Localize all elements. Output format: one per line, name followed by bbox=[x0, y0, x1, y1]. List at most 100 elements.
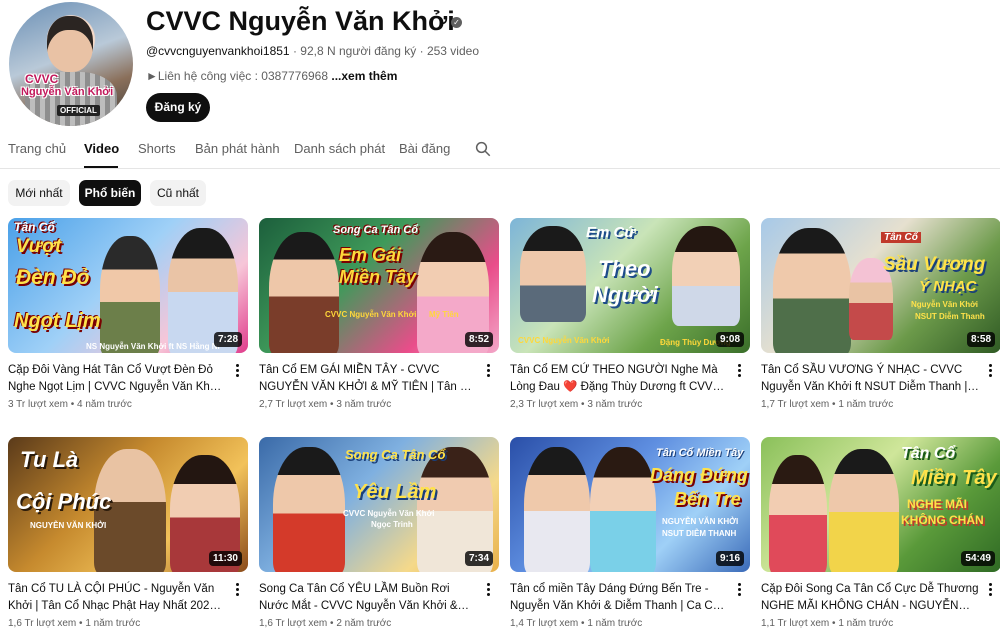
video-thumbnail[interactable]: Song Ca Tân Cổ Yêu Lầm CVVC Nguyễn Văn K… bbox=[259, 437, 499, 572]
channel-avatar[interactable]: CVVC Nguyễn Văn Khởi OFFICIAL bbox=[9, 2, 133, 126]
chip-newest[interactable]: Mới nhất bbox=[8, 180, 70, 206]
video-thumbnail[interactable]: Tu Là Cội Phúc NGUYỄN VĂN KHỞI 11:30 bbox=[8, 437, 248, 572]
video-title[interactable]: Tân Cổ TU LÀ CỘI PHÚC - Nguyễn Văn Khởi … bbox=[8, 581, 226, 615]
video-title[interactable]: Tân Cổ EM CỨ THEO NGƯỜI Nghe Mà Lòng Đau… bbox=[510, 362, 728, 396]
channel-description[interactable]: ►Liên hệ công việc : 0387776968 ...xem t… bbox=[146, 69, 397, 83]
view-count: 1,1 Tr lượt xem bbox=[761, 618, 830, 629]
more-options-icon[interactable] bbox=[485, 583, 491, 599]
video-card[interactable]: Tu Là Cội Phúc NGUYỄN VĂN KHỞI 11:30 Tân… bbox=[8, 437, 248, 631]
more-options-icon[interactable] bbox=[485, 364, 491, 380]
thumb-title: Tân Cổ bbox=[14, 220, 55, 234]
thumb-caption: NGUYỄN VĂN KHỞI bbox=[662, 517, 739, 526]
thumb-title: NGHE MÃI bbox=[907, 497, 967, 511]
thumb-title: Đèn Đỏ bbox=[16, 266, 90, 289]
more-options-icon[interactable] bbox=[987, 583, 993, 599]
video-title[interactable]: Tân Cổ EM GÁI MIỀN TÂY - CVVC NGUYỄN VĂN… bbox=[259, 362, 477, 396]
active-tab-underline bbox=[84, 166, 118, 168]
video-card[interactable]: Song Ca Tân Cổ Em Gái Miền Tây CVVC Nguy… bbox=[259, 218, 499, 418]
video-title[interactable]: Tân Cổ SẦU VƯƠNG Ý NHẠC - CVVC Nguyễn Vă… bbox=[761, 362, 979, 396]
thumb-title: Ngọt Lịm bbox=[14, 310, 101, 332]
view-count: 1,4 Tr lượt xem bbox=[510, 618, 579, 629]
thumb-title: Yêu Lầm bbox=[353, 481, 437, 503]
more-options-icon[interactable] bbox=[736, 583, 742, 599]
duration-badge: 11:30 bbox=[208, 551, 242, 566]
subscribe-button[interactable]: Đăng ký bbox=[146, 93, 210, 122]
video-thumbnail[interactable]: Tân Cổ Miền Tây NGHE MÃI KHÔNG CHÁN 54:4… bbox=[761, 437, 1000, 572]
video-card[interactable]: Tân Cổ Miền Tây NGHE MÃI KHÔNG CHÁN 54:4… bbox=[761, 437, 1000, 631]
video-title[interactable]: Cặp Đôi Vàng Hát Tân Cổ Vượt Đèn Đỏ Nghe… bbox=[8, 362, 226, 396]
tab-posts[interactable]: Bài đăng bbox=[399, 141, 450, 156]
view-count: 1,6 Tr lượt xem bbox=[8, 618, 77, 629]
channel-title: CVVC Nguyễn Văn Khởi bbox=[146, 6, 455, 36]
video-meta: 2,3 Tr lượt xem • 3 năm trước bbox=[510, 399, 643, 410]
thumb-title: Theo bbox=[598, 256, 651, 281]
video-meta: 1,6 Tr lượt xem • 1 năm trước bbox=[8, 618, 141, 629]
duration-badge: 9:16 bbox=[715, 551, 744, 566]
thumb-title: Tân Cổ Miền Tây bbox=[656, 447, 744, 459]
search-icon[interactable] bbox=[474, 140, 492, 158]
thumb-title: Miền Tây bbox=[911, 467, 997, 489]
video-card[interactable]: Em Cứ Theo Người CVVC Nguyễn Văn Khởi Đặ… bbox=[510, 218, 750, 418]
video-meta: 1,7 Tr lượt xem • 1 năm trước bbox=[761, 399, 894, 410]
avatar-text-official: OFFICIAL bbox=[57, 105, 100, 116]
video-card[interactable]: Tân Cổ Miền Tây Dáng Đứng Bến Tre NGUYỄN… bbox=[510, 437, 750, 631]
thumb-title: Em Cứ bbox=[586, 224, 636, 241]
thumb-person bbox=[273, 447, 345, 572]
thumb-title: Song Ca Tân Cổ bbox=[333, 224, 418, 236]
tab-playlists[interactable]: Danh sách phát bbox=[294, 141, 385, 156]
duration-badge: 8:58 bbox=[966, 332, 995, 347]
tab-home[interactable]: Trang chủ bbox=[8, 141, 66, 156]
video-title[interactable]: Song Ca Tân Cổ YÊU LẦM Buồn Rơi Nước Mắt… bbox=[259, 581, 477, 615]
more-options-icon[interactable] bbox=[736, 364, 742, 380]
tab-videos[interactable]: Video bbox=[84, 141, 119, 156]
more-link[interactable]: ...xem thêm bbox=[331, 69, 397, 83]
avatar-text-cvvc: CVVC bbox=[25, 72, 59, 86]
more-options-icon[interactable] bbox=[987, 364, 993, 380]
tab-shorts[interactable]: Shorts bbox=[138, 141, 176, 156]
upload-age: 1 năm trước bbox=[85, 618, 141, 629]
video-meta: 2,7 Tr lượt xem • 3 năm trước bbox=[259, 399, 392, 410]
thumb-person bbox=[769, 455, 827, 572]
thumb-caption: Ngọc Trinh bbox=[371, 520, 413, 529]
upload-age: 3 năm trước bbox=[587, 399, 643, 410]
chip-oldest[interactable]: Cũ nhất bbox=[150, 180, 206, 206]
video-meta: 1,6 Tr lượt xem • 2 năm trước bbox=[259, 618, 392, 629]
video-card[interactable]: Song Ca Tân Cổ Yêu Lầm CVVC Nguyễn Văn K… bbox=[259, 437, 499, 631]
thumb-caption: NSUT DIỄM THANH bbox=[662, 529, 737, 538]
duration-badge: 54:49 bbox=[961, 551, 995, 566]
video-card[interactable]: Tân Cổ Vượt Đèn Đỏ Ngọt Lịm NS Nguyễn Vă… bbox=[8, 218, 248, 418]
thumb-caption: Nguyễn Văn Khởi bbox=[911, 300, 979, 309]
upload-age: 3 năm trước bbox=[336, 399, 392, 410]
video-thumbnail[interactable]: Tân Cổ Vượt Đèn Đỏ Ngọt Lịm NS Nguyễn Vă… bbox=[8, 218, 248, 353]
video-meta: 3 Tr lượt xem • 4 năm trước bbox=[8, 399, 132, 410]
thumb-caption: CVVC Nguyễn Văn Khởi bbox=[518, 336, 610, 345]
thumb-caption: NGUYỄN VĂN KHỞI bbox=[30, 521, 107, 530]
video-thumbnail[interactable]: Song Ca Tân Cổ Em Gái Miền Tây CVVC Nguy… bbox=[259, 218, 499, 353]
view-count: 2,3 Tr lượt xem bbox=[510, 399, 579, 410]
video-thumbnail[interactable]: Tân Cổ Sầu Vương Ý NHẠC Nguyễn Văn Khởi … bbox=[761, 218, 1000, 353]
meta-separator: · bbox=[419, 44, 427, 58]
view-count: 2,7 Tr lượt xem bbox=[259, 399, 328, 410]
more-options-icon[interactable] bbox=[234, 583, 240, 599]
duration-badge: 7:28 bbox=[213, 332, 242, 347]
thumb-person bbox=[773, 228, 851, 353]
thumb-title: Sầu Vương bbox=[883, 254, 986, 275]
more-options-icon[interactable] bbox=[234, 364, 240, 380]
tab-releases[interactable]: Bản phát hành bbox=[195, 141, 280, 156]
chip-popular[interactable]: Phổ biến bbox=[79, 180, 141, 206]
video-thumbnail[interactable]: Tân Cổ Miền Tây Dáng Đứng Bến Tre NGUYỄN… bbox=[510, 437, 750, 572]
video-card[interactable]: Tân Cổ Sầu Vương Ý NHẠC Nguyễn Văn Khởi … bbox=[761, 218, 1000, 418]
thumb-title: Tân Cổ bbox=[881, 232, 921, 243]
view-count: 1,7 Tr lượt xem bbox=[761, 399, 830, 410]
upload-age: 4 năm trước bbox=[77, 399, 132, 410]
video-meta: 1,1 Tr lượt xem • 1 năm trước bbox=[761, 618, 894, 629]
video-title[interactable]: Tân cổ miền Tây Dáng Đứng Bến Tre - Nguy… bbox=[510, 581, 728, 615]
description-text: ►Liên hệ công việc : 0387776968 bbox=[146, 69, 329, 83]
video-title[interactable]: Cặp Đôi Song Ca Tân Cổ Cực Dễ Thương NGH… bbox=[761, 581, 979, 615]
thumb-person bbox=[520, 226, 586, 322]
upload-age: 2 năm trước bbox=[336, 618, 392, 629]
thumb-title: Vượt bbox=[16, 236, 62, 257]
video-thumbnail[interactable]: Em Cứ Theo Người CVVC Nguyễn Văn Khởi Đặ… bbox=[510, 218, 750, 353]
thumb-caption: NS Nguyễn Văn Khởi ft NS Hằng Ni bbox=[86, 342, 220, 351]
thumb-title: Người bbox=[592, 282, 658, 307]
